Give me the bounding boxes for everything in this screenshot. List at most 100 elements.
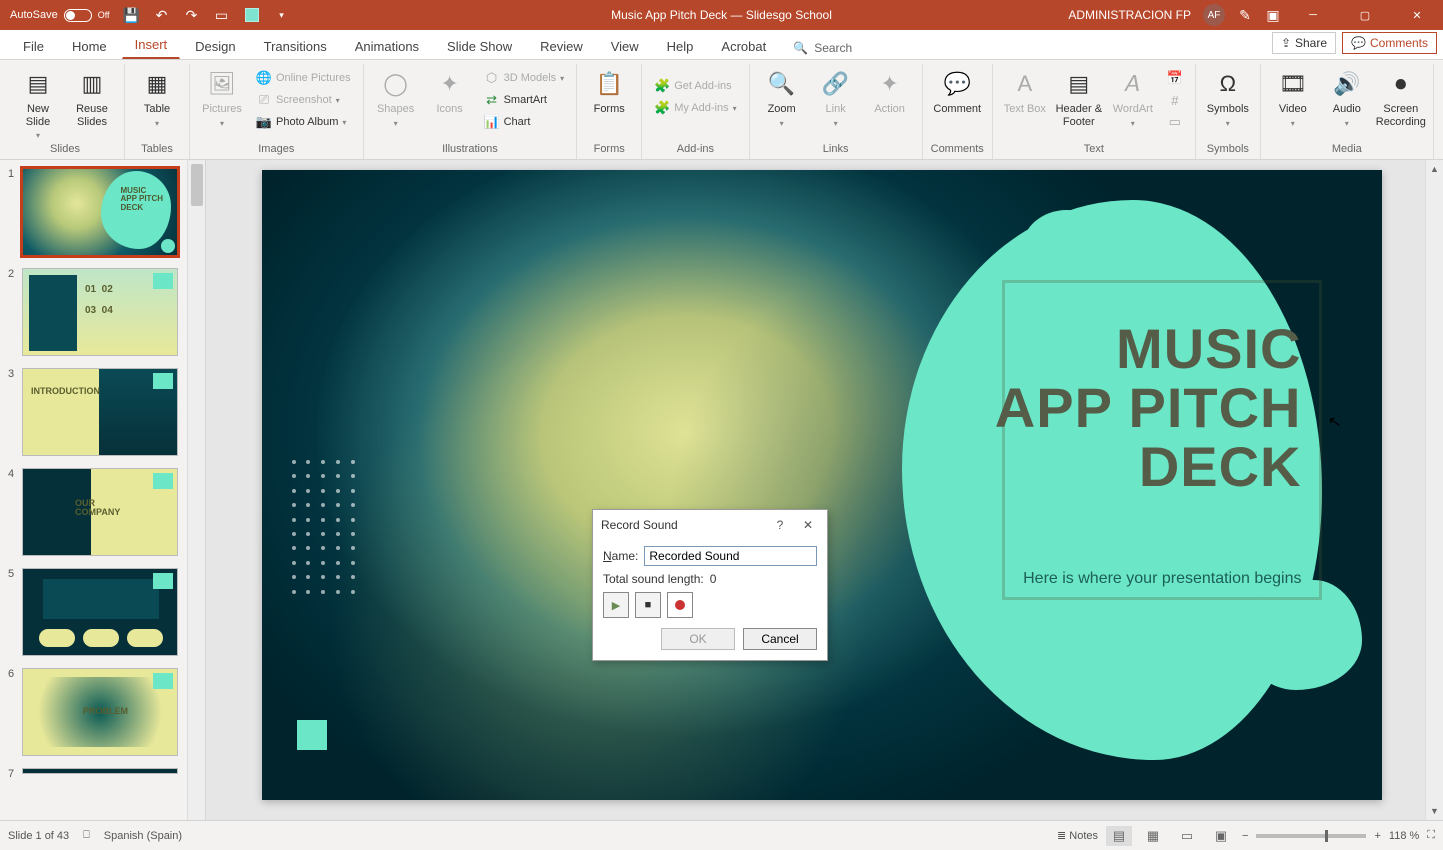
record-button[interactable]	[667, 592, 693, 618]
minimize-button[interactable]: ─	[1293, 0, 1333, 30]
symbols-button[interactable]: ΩSymbols	[1204, 64, 1252, 128]
sound-name-input[interactable]	[644, 546, 817, 566]
new-slide-button[interactable]: ▤New Slide	[14, 64, 62, 140]
accessibility-icon[interactable]: ⎕	[83, 829, 90, 842]
wordart-button[interactable]: 𝘈WordArt	[1109, 64, 1157, 128]
tab-transitions[interactable]: Transitions	[251, 32, 340, 59]
comments-button[interactable]: 💬 Comments	[1342, 32, 1437, 54]
zoom-in-button[interactable]: +	[1374, 830, 1380, 842]
tab-file[interactable]: File	[10, 32, 57, 59]
tab-design[interactable]: Design	[182, 32, 248, 59]
slide-number-button[interactable]: #	[1163, 90, 1187, 110]
slide-counter[interactable]: Slide 1 of 43	[8, 830, 69, 842]
tab-insert[interactable]: Insert	[122, 30, 181, 59]
screen-recording-icon: ⏺	[1385, 68, 1417, 100]
qat-more-icon[interactable]: ▾	[274, 7, 290, 23]
thumbnail-slide-7[interactable]	[22, 768, 178, 774]
tab-review[interactable]: Review	[527, 32, 596, 59]
icons-button[interactable]: ✦Icons	[426, 64, 474, 116]
tab-animations[interactable]: Animations	[342, 32, 432, 59]
zoom-slider[interactable]	[1256, 834, 1366, 838]
close-button[interactable]: ✕	[1397, 0, 1437, 30]
language-status[interactable]: Spanish (Spain)	[104, 830, 182, 842]
scroll-down-icon[interactable]: ▼	[1426, 802, 1443, 820]
scroll-up-icon[interactable]: ▲	[1426, 160, 1443, 178]
ok-button[interactable]: OK	[661, 628, 735, 650]
fit-to-window-button[interactable]: ⛶	[1427, 829, 1435, 842]
screenshot-button[interactable]: ⎚Screenshot	[252, 90, 355, 110]
zoom-value[interactable]: 118 %	[1389, 830, 1419, 842]
header-footer-button[interactable]: ▤Header & Footer	[1055, 64, 1103, 128]
slideshow-view-button[interactable]: ▣	[1208, 826, 1234, 846]
slide-editor[interactable]: MUSIC APP PITCH DECK Here is where your …	[206, 160, 1443, 820]
ribbon-display-icon[interactable]: ▣	[1265, 7, 1281, 23]
sorter-view-button[interactable]: ▦	[1140, 826, 1166, 846]
play-button[interactable]: ▶	[603, 592, 629, 618]
textbox-label: Text Box	[1004, 103, 1046, 116]
normal-view-button[interactable]: ▤	[1106, 826, 1132, 846]
thumbnail-slide-4[interactable]: OURCOMPANY	[22, 468, 178, 556]
zoom-out-button[interactable]: −	[1242, 830, 1248, 842]
forms-button[interactable]: 📋Forms	[585, 64, 633, 116]
account-name[interactable]: ADMINISTRACION FP	[1068, 8, 1191, 22]
thumbnail-slide-1[interactable]: MUSICAPP PITCHDECK	[22, 168, 178, 256]
tab-home[interactable]: Home	[59, 32, 120, 59]
stop-button[interactable]: ■	[635, 592, 661, 618]
avatar[interactable]: AF	[1203, 4, 1225, 26]
share-button[interactable]: ⇪ Share	[1272, 32, 1336, 54]
date-time-button[interactable]: 📅	[1163, 68, 1187, 88]
smartart-button[interactable]: ⇄SmartArt	[480, 90, 569, 110]
thumbnail-slide-5[interactable]	[22, 568, 178, 656]
thumbnail-panel[interactable]: 1 MUSICAPP PITCHDECK 2 01 0203 04 3 INTR…	[0, 160, 206, 820]
search-box[interactable]: 🔍 Search	[789, 37, 856, 59]
slide-title[interactable]: MUSIC APP PITCH DECK	[982, 320, 1302, 496]
thumbnail-slide-2[interactable]: 01 0203 04	[22, 268, 178, 356]
video-button[interactable]: 🎞Video	[1269, 64, 1317, 128]
thumbnail-slide-3[interactable]: INTRODUCTION	[22, 368, 178, 456]
zoom-button[interactable]: 🔍Zoom	[758, 64, 806, 128]
undo-icon[interactable]: ↶	[154, 7, 170, 23]
reuse-slides-button[interactable]: ▥Reuse Slides	[68, 64, 116, 128]
slide-subtitle[interactable]: Here is where your presentation begins	[962, 570, 1302, 588]
redo-icon[interactable]: ↷	[184, 7, 200, 23]
status-bar: Slide 1 of 43 ⎕ Spanish (Spain) ≣ Notes …	[0, 820, 1443, 850]
editor-scrollbar[interactable]: ▲ ▼	[1425, 160, 1443, 820]
object-button[interactable]: ▭	[1163, 112, 1187, 132]
tab-view[interactable]: View	[598, 32, 652, 59]
screen-recording-button[interactable]: ⏺Screen Recording	[1377, 64, 1425, 128]
textbox-button[interactable]: AText Box	[1001, 64, 1049, 116]
notes-button[interactable]: ≣ Notes	[1057, 829, 1098, 842]
dialog-help-button[interactable]: ?	[769, 518, 791, 532]
audio-button[interactable]: 🔊Audio	[1323, 64, 1371, 128]
shapes-button[interactable]: ◯Shapes	[372, 64, 420, 128]
link-button[interactable]: 🔗Link	[812, 64, 860, 128]
my-addins-button[interactable]: 🧩My Add-ins	[650, 98, 740, 118]
present-icon[interactable]: ▭	[214, 7, 230, 23]
link-icon: 🔗	[820, 68, 852, 100]
thumbnail-slide-6[interactable]: PROBLEM	[22, 668, 178, 756]
3d-models-button[interactable]: ⬡3D Models	[480, 68, 569, 88]
photo-album-button[interactable]: 📷Photo Album	[252, 112, 355, 132]
chart-button[interactable]: 📊Chart	[480, 112, 569, 132]
autosave-toggle[interactable]: AutoSave Off	[10, 9, 110, 22]
action-button[interactable]: ✦Action	[866, 64, 914, 116]
reading-view-button[interactable]: ▭	[1174, 826, 1200, 846]
group-illustrations-label: Illustrations	[442, 141, 498, 159]
color-swatch[interactable]	[244, 7, 260, 23]
thumbnail-scrollbar[interactable]	[187, 160, 205, 820]
slide-canvas[interactable]: MUSIC APP PITCH DECK Here is where your …	[262, 170, 1382, 800]
save-icon[interactable]: 💾	[124, 7, 140, 23]
online-pictures-button[interactable]: 🌐Online Pictures	[252, 68, 355, 88]
dialog-close-button[interactable]: ✕	[797, 518, 819, 532]
touch-mode-icon[interactable]: ✎	[1237, 7, 1253, 23]
maximize-button[interactable]: ▢	[1345, 0, 1385, 30]
table-button[interactable]: ▦Table	[133, 64, 181, 128]
pictures-button[interactable]: 🖼Pictures	[198, 64, 246, 128]
cancel-button[interactable]: Cancel	[743, 628, 817, 650]
tab-acrobat[interactable]: Acrobat	[708, 32, 779, 59]
autosave-label: AutoSave	[10, 9, 58, 21]
tab-slideshow[interactable]: Slide Show	[434, 32, 525, 59]
get-addins-button[interactable]: 🧩Get Add-ins	[650, 76, 740, 96]
tab-help[interactable]: Help	[654, 32, 707, 59]
comment-button[interactable]: 💬Comment	[933, 64, 981, 116]
